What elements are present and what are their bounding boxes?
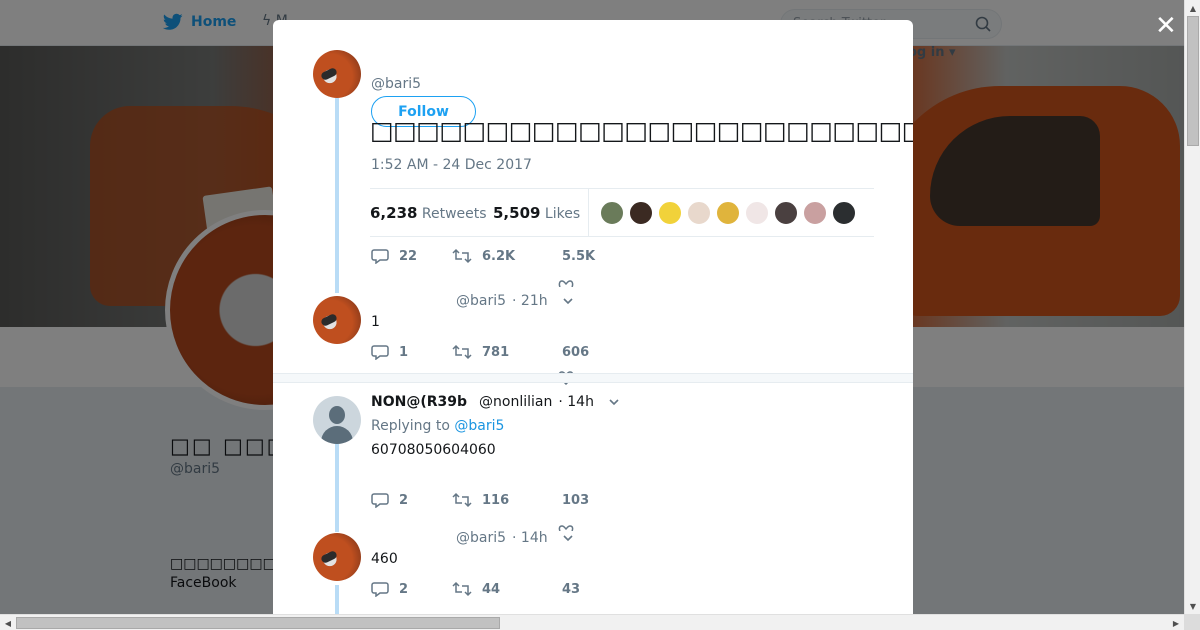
thread-line xyxy=(335,98,339,293)
retweet-button[interactable]: 44 xyxy=(452,581,562,597)
replying-to: Replying to @bari5 xyxy=(371,418,504,434)
liker-avatar[interactable] xyxy=(774,201,798,225)
reply-button[interactable]: 2 xyxy=(371,581,452,597)
reply-count: 22 xyxy=(399,248,418,264)
retweets-label: Retweets xyxy=(421,206,487,222)
retweet-button[interactable]: 6.2K xyxy=(452,248,562,264)
heart-icon[interactable] xyxy=(558,606,574,614)
chevron-down-icon[interactable] xyxy=(600,396,626,408)
liker-avatar[interactable] xyxy=(716,201,740,225)
reply-author: NON@(R39b @nonlilian · 14h xyxy=(371,394,626,410)
like-count: 103 xyxy=(562,492,590,508)
retweets-stat[interactable]: 6,238 Retweets xyxy=(370,204,487,222)
liker-avatar[interactable] xyxy=(629,201,653,225)
avatar[interactable] xyxy=(313,50,361,98)
scroll-up-icon[interactable]: ▲ xyxy=(1185,0,1200,16)
scroll-left-icon[interactable]: ◀ xyxy=(0,615,16,630)
reply-handle[interactable]: @nonlilian xyxy=(479,394,552,410)
replying-to-link[interactable]: @bari5 xyxy=(454,418,504,434)
reply-icon xyxy=(371,345,389,360)
reply-button[interactable]: 2 xyxy=(371,492,452,508)
retweet-count: 44 xyxy=(482,581,501,597)
reply-header: @bari5 · 21h xyxy=(456,293,580,309)
reply-time[interactable]: · 21h xyxy=(512,293,548,309)
like-button[interactable]: 606 xyxy=(562,345,589,360)
reply-time[interactable]: · 14h xyxy=(558,394,594,410)
horizontal-scrollbar[interactable]: ◀ ▶ xyxy=(0,614,1184,630)
retweet-button[interactable]: 116 xyxy=(452,492,562,508)
replying-prefix: Replying to xyxy=(371,418,450,434)
likers-avatars xyxy=(600,201,856,225)
reply-icon xyxy=(371,249,389,264)
likes-count: 5,509 xyxy=(493,204,541,222)
avatar[interactable] xyxy=(313,533,361,581)
section-divider xyxy=(273,373,913,383)
reply-button[interactable]: 1 xyxy=(371,344,452,360)
vertical-scrollbar[interactable]: ▲ ▼ xyxy=(1184,0,1200,614)
likes-label: Likes xyxy=(544,206,581,222)
retweet-count: 781 xyxy=(482,344,510,360)
liker-avatar[interactable] xyxy=(600,201,624,225)
liker-avatar[interactable] xyxy=(803,201,827,225)
tweet-text: □□□□□□□□□□□□□□□□□□□□□□□□□□□□□□□□□□□□□□□□… xyxy=(370,116,913,145)
vertical-scroll-thumb[interactable] xyxy=(1187,16,1199,146)
tweet-actions: 2 116 103 xyxy=(371,492,589,508)
retweet-icon xyxy=(452,492,472,508)
like-button[interactable]: 103 xyxy=(562,493,589,508)
chevron-down-icon[interactable] xyxy=(554,295,580,307)
liker-avatar[interactable] xyxy=(658,201,682,225)
reply-header: @bari5 · 14h xyxy=(456,530,580,546)
retweet-icon xyxy=(452,248,472,264)
liker-avatar[interactable] xyxy=(687,201,711,225)
reply-count: 1 xyxy=(399,344,409,360)
tweet-actions: 1 781 606 xyxy=(371,344,589,360)
like-count: 5.5K xyxy=(562,248,596,264)
likes-stat[interactable]: 5,509 Likes xyxy=(493,204,580,222)
retweets-count: 6,238 xyxy=(370,204,418,222)
like-count: 43 xyxy=(562,581,581,597)
liker-avatar[interactable] xyxy=(832,201,856,225)
retweet-count: 116 xyxy=(482,492,510,508)
horizontal-scroll-thumb[interactable] xyxy=(16,617,500,629)
tweet-actions: 2 44 43 xyxy=(371,581,580,597)
reply-text: 1 xyxy=(371,314,380,330)
like-button[interactable]: 43 xyxy=(562,582,580,597)
thread-line xyxy=(335,585,339,614)
reply-time[interactable]: · 14h xyxy=(512,530,548,546)
reply-icon xyxy=(371,582,389,597)
tweet-actions: 22 6.2K 5.5K xyxy=(371,248,595,264)
heart-icon[interactable] xyxy=(558,272,574,291)
retweet-button[interactable]: 781 xyxy=(452,344,562,360)
reply-text: 60708050604060 xyxy=(371,442,496,458)
like-button[interactable]: 5.5K xyxy=(562,249,595,264)
reply-handle[interactable]: @bari5 xyxy=(456,530,506,546)
chevron-down-icon[interactable] xyxy=(554,532,580,544)
retweet-count: 6.2K xyxy=(482,248,516,264)
retweet-icon xyxy=(452,581,472,597)
reply-button[interactable]: 22 xyxy=(371,248,452,264)
tweet-handle[interactable]: @bari5 xyxy=(371,76,421,92)
reply-count: 2 xyxy=(399,581,409,597)
avatar[interactable] xyxy=(313,396,361,444)
reply-author-name[interactable]: NON@(R39b xyxy=(371,394,467,410)
like-count: 606 xyxy=(562,344,590,360)
reply-icon xyxy=(371,493,389,508)
tweet-stats: 6,238 Retweets 5,509 Likes xyxy=(370,188,874,237)
tweet-modal: @bari5 Follow □□□□□□□□□□□□□□□□□□□□□□□□□□… xyxy=(273,20,913,614)
retweet-icon xyxy=(452,344,472,360)
scroll-down-icon[interactable]: ▼ xyxy=(1185,598,1200,614)
thread-line xyxy=(335,444,339,532)
reply-count: 2 xyxy=(399,492,409,508)
reply-handle[interactable]: @bari5 xyxy=(456,293,506,309)
scroll-right-icon[interactable]: ▶ xyxy=(1168,615,1184,630)
liker-avatar[interactable] xyxy=(745,201,769,225)
close-icon[interactable]: ✕ xyxy=(1155,13,1177,39)
tweet-timestamp[interactable]: 1:52 AM - 24 Dec 2017 xyxy=(371,157,532,173)
avatar[interactable] xyxy=(313,296,361,344)
reply-text: 460 xyxy=(371,551,398,567)
